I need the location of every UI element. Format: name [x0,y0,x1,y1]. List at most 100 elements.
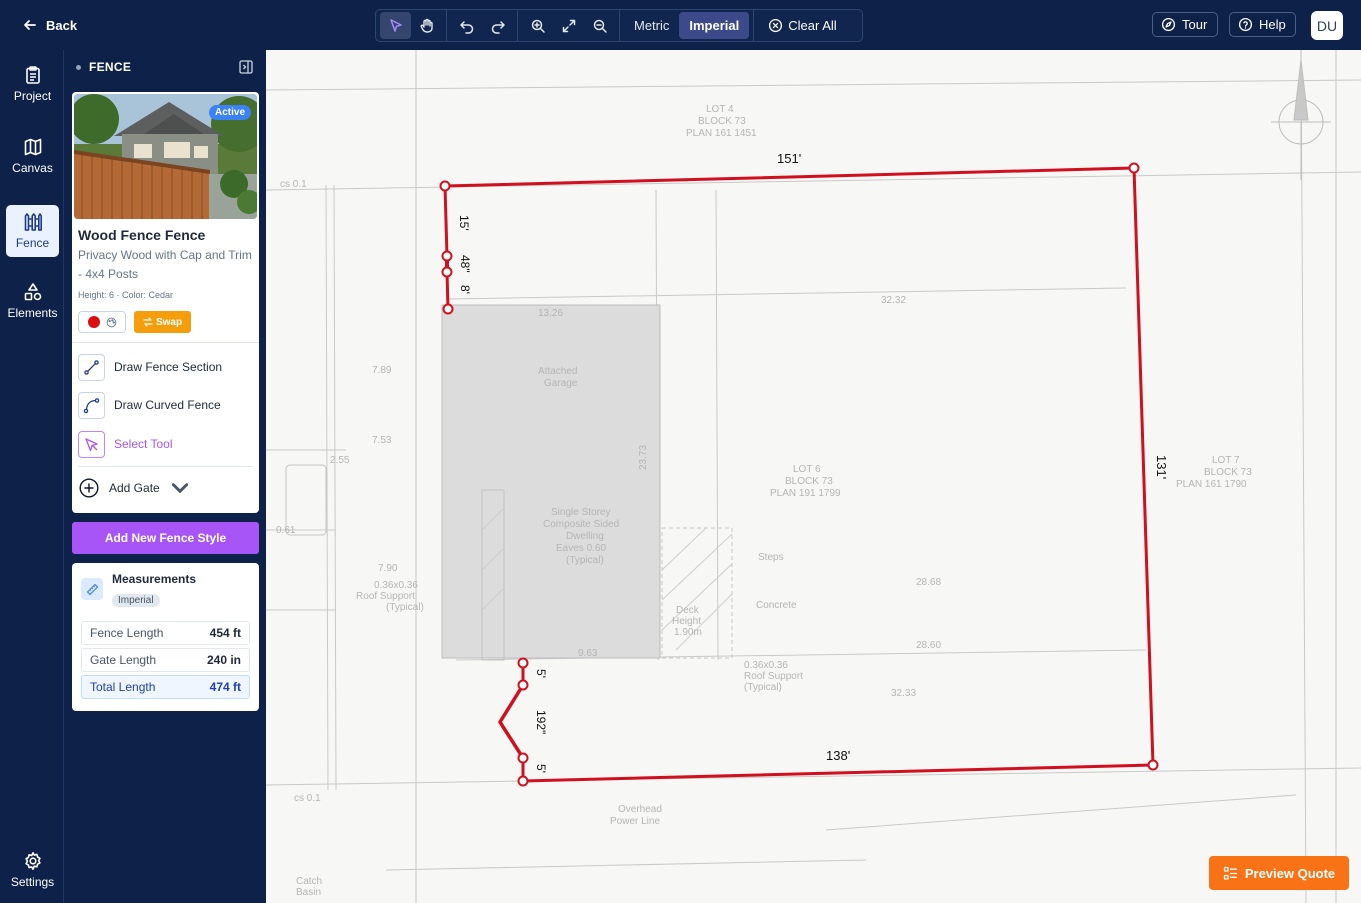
left-gate-length-label: 48" [458,255,472,273]
site-plan: LOT 4 BLOCK 73 PLAN 161 1451 LOT 6 BLOCK… [266,50,1361,903]
back-label: Back [46,17,78,33]
panel-title: FENCE [89,60,132,74]
lot7-line1: LOT 7 [1212,455,1240,466]
fence-node [517,657,529,669]
cs-top: cs 0.1 [280,179,307,190]
gate-mid-length-label: 192" [534,710,548,734]
roof-left-line2: Roof Support [356,591,415,602]
fence-meta: Height: 6 · Color: Cedar [78,290,174,300]
add-new-fence-style-button[interactable]: Add New Fence Style [72,522,259,554]
fence-icon [24,213,42,231]
catch-line1: Catch [296,876,322,887]
canvas-toolbar: Metric Imperial Clear All [375,9,863,42]
steps-label: Steps [758,552,784,563]
house-line3: Dwelling [566,531,604,542]
deck-line2: Height [672,616,701,627]
fence-node [442,303,454,315]
draw-fence-section-label: Draw Fence Section [114,360,223,374]
double-gate-swing [498,683,525,760]
rail-item-canvas[interactable]: Canvas [6,130,59,182]
draw-curved-fence-tool[interactable]: Draw Curved Fence [78,391,253,419]
fence-node [1147,759,1159,771]
select-tool-label: Select Tool [114,437,173,451]
undo-button[interactable] [451,12,482,39]
pan-tool-button[interactable] [411,12,442,39]
rail-item-fence[interactable]: Fence [6,205,59,257]
left-rail: Project Canvas Fence Elements Settings [0,50,64,903]
lot6-line1: LOT 6 [793,464,821,475]
select-cursor-icon [78,430,105,458]
fence-segment-left-short [445,270,450,311]
fence-description: Privacy Wood with Cap and Trim - 4x4 Pos… [78,248,252,281]
fence-style-card: Active Wood Fence Fence Privacy Wood wit… [72,92,259,513]
metric-button[interactable]: Metric [624,12,679,39]
dim-1: 32.32 [881,295,906,306]
curve-icon [78,391,105,419]
fence-node [441,266,453,278]
collapse-panel-icon[interactable] [238,59,254,75]
arrow-left-icon [24,20,36,30]
gate-bottom-length-label: 5' [534,764,548,773]
plan-labels: LOT 4 BLOCK 73 PLAN 161 1451 LOT 6 BLOCK… [276,104,1252,898]
rail-item-elements[interactable]: Elements [6,275,59,327]
rail-label-fence: Fence [15,236,50,250]
header-dot [76,64,81,70]
dim-7: 7.53 [372,435,392,446]
imperial-button[interactable]: Imperial [679,12,750,39]
back-button[interactable]: Back [22,14,77,36]
top-length-label: 151' [777,151,801,166]
overhead-line2: Power Line [610,816,660,827]
lot6-line2: BLOCK 73 [785,476,833,487]
fence-length-row: Fence Length 454 ft [81,621,250,645]
right-length-label: 131' [1154,455,1169,479]
roof-left-line1: 0.36x0.36 [374,580,418,591]
dim-6: 7.89 [372,365,392,376]
lot7-line2: BLOCK 73 [1204,467,1252,478]
roof-line3: (Typical) [744,682,782,693]
color-picker[interactable] [78,311,126,333]
dim-5: 13.26 [538,308,563,319]
cursor-icon [389,18,402,32]
tour-button[interactable]: Tour [1152,12,1218,37]
swap-label: Swap [155,316,183,328]
north-arrow [1271,50,1331,180]
rail-item-settings[interactable]: Settings [6,844,59,896]
zoom-in-button[interactable] [522,12,553,39]
roof-line1: 0.36x0.36 [744,660,788,671]
lot7-line3: PLAN 161 1790 [1176,479,1247,490]
total-length-value: 474 ft [209,680,241,694]
drawing-canvas[interactable]: LOT 4 BLOCK 73 PLAN 161 1451 LOT 6 BLOCK… [266,50,1361,903]
clear-all-button[interactable]: Clear All [758,12,846,39]
pointer-tool-button[interactable] [380,12,411,39]
swap-button[interactable]: Swap [134,311,191,333]
palette-icon [106,317,116,327]
zoom-in-icon [531,19,545,33]
fit-screen-button[interactable] [553,12,584,39]
add-gate-dropdown[interactable]: Add Gate [78,474,191,502]
draw-fence-section-tool[interactable]: Draw Fence Section [78,353,253,381]
house-line5: (Typical) [566,555,604,566]
chevron-down-icon [171,483,188,494]
clear-group: Clear All [754,10,850,41]
lot4-line3: PLAN 161 1451 [686,128,757,139]
fence-length-label: Fence Length [90,626,164,640]
plus-circle-icon [79,478,99,498]
gate-length-row: Gate Length 240 in [81,648,250,672]
total-length-row: Total Length 474 ft [81,675,250,699]
help-button[interactable]: Help [1229,12,1296,37]
swap-icon [143,317,153,327]
select-tool[interactable]: Select Tool [78,430,253,458]
fence-length-value: 454 ft [209,626,241,640]
map-icon [24,138,41,156]
rail-item-project[interactable]: Project [6,58,59,110]
zoom-out-button[interactable] [584,12,615,39]
preview-quote-button[interactable]: Preview Quote [1209,856,1349,890]
gear-icon [24,852,41,870]
user-avatar[interactable]: DU [1311,11,1343,40]
redo-button[interactable] [482,12,513,39]
bottom-length-label: 138' [826,748,850,763]
left-short-length-label: 8' [458,285,472,294]
fence-node [441,250,453,262]
dim-8: 2.55 [330,455,350,466]
concrete-label: Concrete [756,600,797,611]
